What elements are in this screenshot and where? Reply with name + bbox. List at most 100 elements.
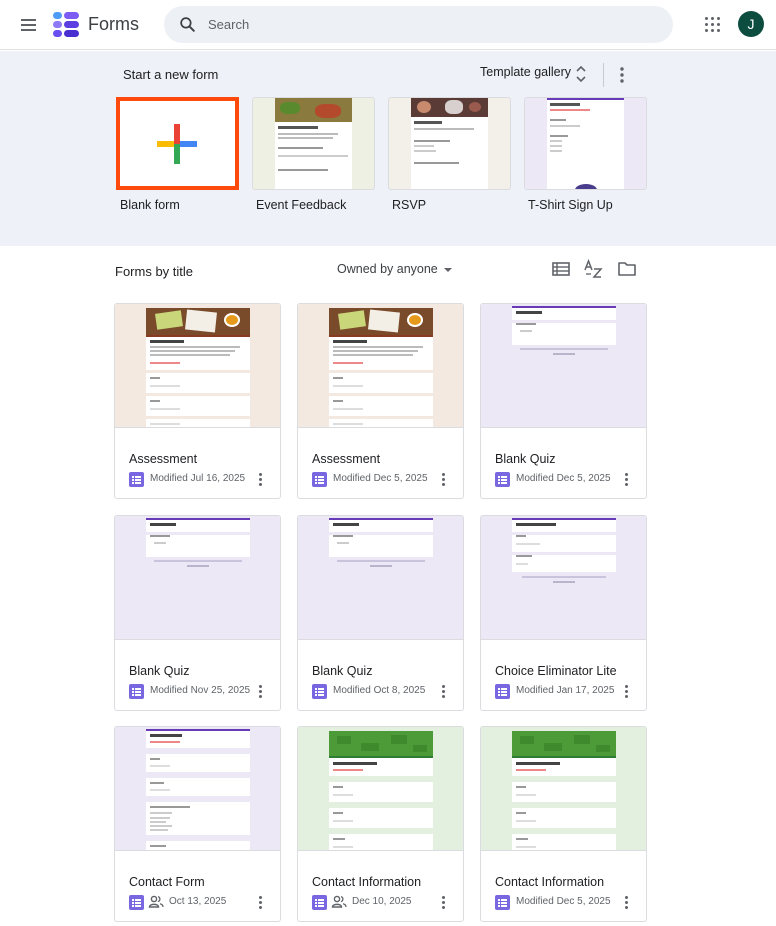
app-title: Forms xyxy=(88,14,139,34)
form-modified-date: Oct 13, 2025 xyxy=(169,896,227,907)
more-options-icon[interactable] xyxy=(622,471,632,487)
forms-file-icon xyxy=(312,684,327,699)
template-event-feedback[interactable] xyxy=(252,97,375,190)
template-sheet xyxy=(275,122,352,189)
form-card[interactable]: Blank Quiz Modified Nov 25, 2025 xyxy=(114,515,281,711)
form-card[interactable]: Contact Form Oct 13, 2025 xyxy=(114,726,281,922)
more-options-icon[interactable] xyxy=(256,894,266,910)
more-options-icon[interactable] xyxy=(439,683,449,699)
folder-icon[interactable] xyxy=(616,258,638,280)
form-modified-date: Modified Oct 8, 2025 xyxy=(333,685,426,696)
forms-file-icon xyxy=(129,684,144,699)
form-preview-sheet xyxy=(329,308,433,427)
owner-filter-dropdown[interactable]: Owned by anyone xyxy=(337,262,452,276)
form-title: Contact Information xyxy=(495,875,605,889)
template-gallery-button[interactable]: Template gallery xyxy=(472,61,586,87)
template-rsvp[interactable] xyxy=(388,97,511,190)
form-preview-sheet xyxy=(146,518,250,568)
owner-filter-label: Owned by anyone xyxy=(337,262,438,276)
account-avatar[interactable]: J xyxy=(738,11,764,37)
start-new-form-label: Start a new form xyxy=(123,67,219,82)
form-card[interactable]: Choice Eliminator Lite Modified Jan 17, 2… xyxy=(480,515,647,711)
form-modified-date: Dec 10, 2025 xyxy=(352,896,412,907)
forms-list-title: Forms by title xyxy=(115,264,194,279)
template-header-image xyxy=(411,98,488,117)
form-title: Blank Quiz xyxy=(312,664,373,678)
form-title: Contact Information xyxy=(312,875,422,889)
form-title: Contact Form xyxy=(129,875,205,889)
form-preview-sheet xyxy=(146,308,250,427)
form-title: Assessment xyxy=(129,452,198,466)
forms-file-icon xyxy=(129,895,144,910)
more-options-icon[interactable] xyxy=(256,683,266,699)
form-modified-date: Modified Dec 5, 2025 xyxy=(333,473,428,484)
form-title: Assessment xyxy=(312,452,381,466)
more-options-icon[interactable] xyxy=(439,894,449,910)
forms-file-icon xyxy=(495,684,510,699)
form-modified-date: Modified Dec 5, 2025 xyxy=(516,896,611,907)
forms-file-icon xyxy=(312,895,327,910)
form-title: Blank Quiz xyxy=(495,452,556,466)
form-preview-sheet xyxy=(146,729,250,850)
form-thumbnail xyxy=(115,304,280,428)
template-sheet xyxy=(411,117,488,189)
forms-file-icon xyxy=(312,472,327,487)
form-preview-sheet xyxy=(512,731,616,850)
template-label: Blank form xyxy=(120,198,180,212)
form-modified-date: Modified Dec 5, 2025 xyxy=(516,473,611,484)
list-view-icon[interactable] xyxy=(550,258,572,280)
forms-file-icon xyxy=(129,472,144,487)
sort-az-icon[interactable] xyxy=(583,258,605,280)
template-label: Event Feedback xyxy=(256,198,347,212)
form-card[interactable]: Assessment Modified Jul 16, 2025 xyxy=(114,303,281,499)
apps-icon[interactable] xyxy=(703,15,723,35)
more-options-icon[interactable] xyxy=(439,471,449,487)
form-thumbnail xyxy=(115,727,280,851)
form-card[interactable]: Assessment Modified Dec 5, 2025 xyxy=(297,303,464,499)
form-thumbnail xyxy=(481,516,646,640)
form-thumbnail xyxy=(298,304,463,428)
form-card[interactable]: Contact Information Modified Dec 5, 2025 xyxy=(480,726,647,922)
top-bar: Forms J xyxy=(0,0,776,50)
template-label: RSVP xyxy=(392,198,427,212)
more-options-icon[interactable] xyxy=(612,63,632,87)
form-card[interactable]: Blank Quiz Modified Oct 8, 2025 xyxy=(297,515,464,711)
form-preview-sheet xyxy=(329,731,433,850)
form-thumbnail xyxy=(298,516,463,640)
more-options-icon[interactable] xyxy=(622,683,632,699)
template-gallery-label: Template gallery xyxy=(480,65,572,79)
form-modified-date: Modified Jan 17, 2025 xyxy=(516,685,615,696)
template-label: T-Shirt Sign Up xyxy=(528,198,613,212)
form-preview-sheet xyxy=(512,518,616,588)
form-card[interactable]: Blank Quiz Modified Dec 5, 2025 xyxy=(480,303,647,499)
search-bar[interactable] xyxy=(164,6,673,43)
form-title: Choice Eliminator Lite xyxy=(495,664,617,678)
more-options-icon[interactable] xyxy=(622,894,632,910)
form-preview-sheet xyxy=(512,306,616,356)
form-thumbnail xyxy=(481,727,646,851)
form-card[interactable]: Contact Information Dec 10, 2025 xyxy=(297,726,464,922)
form-preview-sheet xyxy=(329,518,433,568)
template-blank-form[interactable] xyxy=(116,97,239,190)
dropdown-arrow-icon xyxy=(443,267,452,272)
plus-icon xyxy=(157,124,197,164)
form-modified-date: Modified Jul 16, 2025 xyxy=(150,473,246,484)
shared-people-icon xyxy=(331,895,347,908)
divider xyxy=(603,63,604,87)
form-thumbnail xyxy=(298,727,463,851)
unfold-icon xyxy=(576,65,586,83)
menu-icon[interactable] xyxy=(14,13,42,37)
search-input[interactable] xyxy=(208,14,648,35)
form-thumbnail xyxy=(115,516,280,640)
form-thumbnail xyxy=(481,304,646,428)
forms-logo-icon[interactable] xyxy=(52,11,80,39)
start-new-form-section: Start a new form Template gallery Blank … xyxy=(0,51,776,246)
template-sheet xyxy=(547,98,624,189)
shared-people-icon xyxy=(148,895,164,908)
more-options-icon[interactable] xyxy=(256,471,266,487)
forms-file-icon xyxy=(495,472,510,487)
form-modified-date: Modified Nov 25, 2025 xyxy=(150,685,251,696)
search-icon[interactable] xyxy=(178,15,197,34)
form-title: Blank Quiz xyxy=(129,664,190,678)
template-tshirt-signup[interactable] xyxy=(524,97,647,190)
